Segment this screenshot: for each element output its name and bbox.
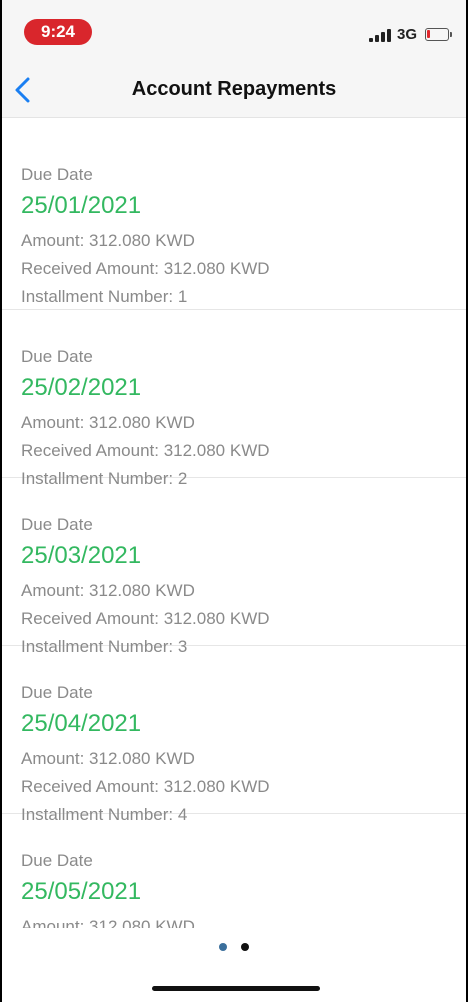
repayment-item[interactable]: Due Date 25/03/2021 Amount: 312.080 KWD Rec… <box>2 478 466 656</box>
battery-level <box>427 30 430 38</box>
repayment-item[interactable]: Due Date 25/04/2021 Amount: 312.080 KWD Rec… <box>2 646 466 824</box>
page-dot[interactable] <box>219 943 227 951</box>
received-amount-text: Received Amount: 312.080 KWD <box>21 609 270 628</box>
network-type: 3G <box>397 26 418 43</box>
due-date-label: Due Date <box>21 515 93 534</box>
page-indicator <box>2 938 466 956</box>
amount-text: Amount: 312.080 KWD <box>21 413 195 432</box>
due-date-label: Due Date <box>21 683 93 702</box>
signal-strength-icon <box>369 29 391 42</box>
amount-text: Amount: 312.080 KWD <box>21 749 195 768</box>
due-date-label: Due Date <box>21 347 93 366</box>
due-date-value: 25/02/2021 <box>21 374 142 401</box>
home-indicator[interactable] <box>152 986 320 991</box>
repayment-item[interactable]: Due Date25/05/2021Amount: 312.080 KWDRec… <box>2 814 466 928</box>
due-date-value: 25/05/2021 <box>21 878 142 905</box>
due-date-label: Due Date <box>21 851 93 870</box>
battery-icon <box>425 28 452 41</box>
phone-screen: 9:24 3G Account Repayments Due Date 25/01… <box>2 0 466 1002</box>
status-time: 9:24 <box>24 19 92 45</box>
status-bar: 9:24 3G <box>2 0 466 62</box>
received-amount-text: Received Amount: 312.080 KWD <box>21 441 270 460</box>
due-date-label: Due Date <box>21 165 93 184</box>
repayment-item[interactable]: Due Date 25/01/2021 Amount: 312.080 KWD Rec… <box>2 118 466 310</box>
page-title: Account Repayments <box>131 78 337 100</box>
repayments-list[interactable]: Due Date 25/01/2021 Amount: 312.080 KWD Rec… <box>2 118 466 928</box>
installment-number-text: Installment Number: 1 <box>21 287 188 306</box>
navigation-bar: Account Repayments <box>2 62 466 118</box>
received-amount-text: Received Amount: 312.080 KWD <box>21 259 270 278</box>
amount-text: Amount: 312.080 KWD <box>21 917 195 928</box>
due-date-value: 25/03/2021 <box>21 542 142 569</box>
amount-text: Amount: 312.080 KWD <box>21 581 195 600</box>
amount-text: Amount: 312.080 KWD <box>21 231 195 250</box>
page-dot[interactable] <box>241 943 249 951</box>
repayment-item[interactable]: Due Date 25/02/2021 Amount: 312.080 KWD Rec… <box>2 310 466 488</box>
due-date-value: 25/01/2021 <box>21 192 142 219</box>
received-amount-text: Received Amount: 312.080 KWD <box>21 777 270 796</box>
due-date-value: 25/04/2021 <box>21 710 142 737</box>
